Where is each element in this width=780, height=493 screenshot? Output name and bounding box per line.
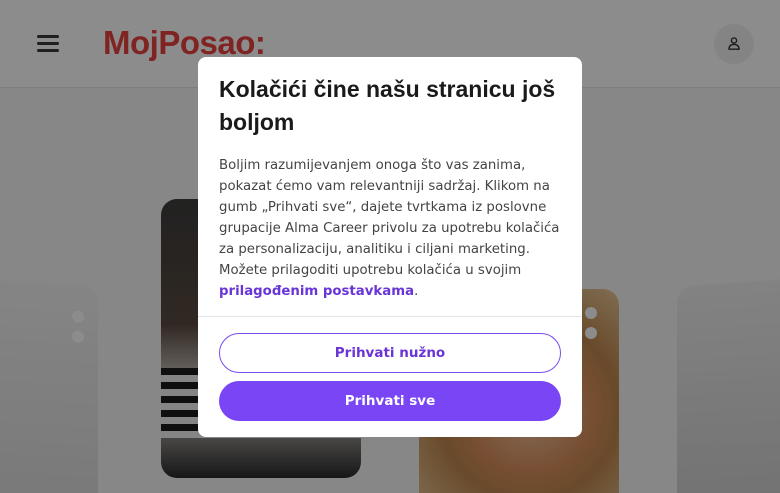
cookie-dialog-body: Boljim razumijevanjem onoga što vas zani…: [219, 158, 560, 278]
cookie-consent-dialog: Kolačići čine našu stranicu još boljom B…: [198, 57, 582, 437]
accept-necessary-button[interactable]: Prihvati nužno: [219, 333, 561, 373]
accept-all-button[interactable]: Prihvati sve: [219, 381, 561, 421]
cookie-dialog-text: Boljim razumijevanjem onoga što vas zani…: [219, 155, 564, 302]
cookie-dialog-title: Kolačići čine našu stranicu još boljom: [219, 76, 556, 135]
cookie-dialog-body-end: .: [414, 284, 419, 299]
dialog-divider: [198, 316, 582, 317]
custom-settings-link[interactable]: prilagođenim postavkama: [219, 284, 414, 299]
